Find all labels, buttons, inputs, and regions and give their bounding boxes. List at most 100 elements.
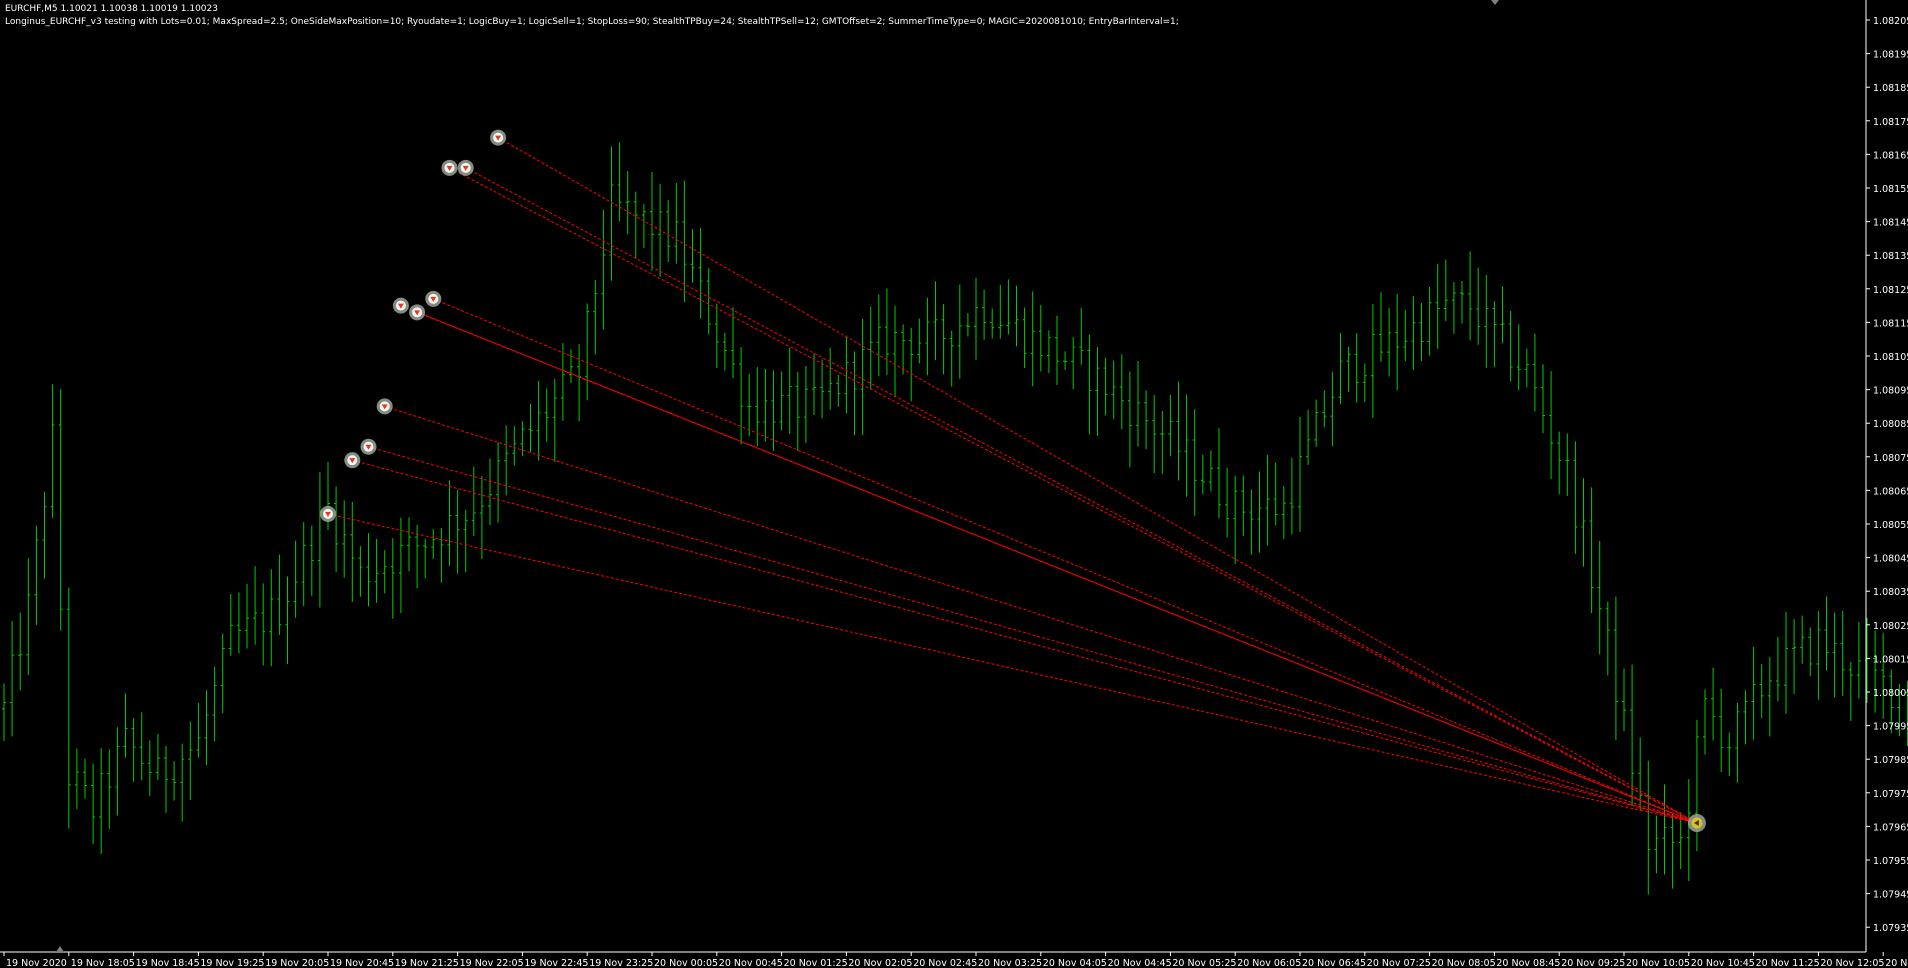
ohlc-bar: [1346, 346, 1351, 392]
trade-lines: [327, 137, 1698, 824]
time-tick-label: 20 Nov 09:25: [1561, 958, 1625, 968]
ohlc-bar: [1403, 310, 1408, 362]
ohlc-bar: [965, 313, 970, 337]
ohlc-bar: [1249, 489, 1254, 555]
price-tick-label: 1.08035: [1873, 587, 1908, 598]
ohlc-bar: [228, 593, 233, 656]
time-tick-label: 19 Nov 19:25: [200, 958, 264, 968]
ohlc-bar: [1257, 471, 1262, 553]
sell-entry-marker[interactable]: [457, 159, 474, 176]
ohlc-bar: [455, 489, 460, 574]
ohlc-bar: [1711, 667, 1716, 741]
ohlc-bar: [245, 583, 249, 649]
ohlc-bar: [1006, 279, 1011, 335]
ohlc-bar: [1038, 305, 1043, 372]
sell-entry-marker[interactable]: [392, 297, 409, 314]
ohlc-bar: [1686, 779, 1691, 882]
sell-entry-marker[interactable]: [360, 438, 377, 455]
ohlc-bar: [1136, 360, 1140, 447]
ohlc-bar: [868, 306, 873, 390]
ohlc-bar: [1411, 296, 1416, 371]
ohlc-bar: [585, 303, 590, 401]
ohlc-bar: [1298, 417, 1302, 533]
ohlc-bar: [941, 304, 946, 375]
price-chart[interactable]: 1.08205 1.08195 1.08185 1.08175 1.08165 1.081…: [0, 0, 1908, 968]
ohlc-bar: [398, 517, 403, 614]
price-axis-labels: 1.08205 1.08195 1.08185 1.08175 1.08165 1.081…: [1866, 16, 1908, 934]
time-tick-label: 19 Nov 22:05: [460, 958, 524, 968]
ohlc-bar: [1881, 632, 1886, 719]
ohlc-bar: [990, 308, 995, 339]
sell-entry-marker[interactable]: [490, 129, 507, 146]
price-tick-label: 1.08075: [1873, 453, 1908, 464]
ohlc-bar: [34, 525, 39, 625]
ohlc-bar: [382, 550, 387, 594]
sell-entry-marker[interactable]: [441, 159, 458, 176]
ohlc-bar: [1662, 784, 1667, 875]
ohlc-bar: [1565, 433, 1570, 496]
ohlc-bar: [431, 529, 436, 560]
ohlc-bar: [261, 583, 266, 666]
sell-entry-marker[interactable]: [320, 505, 336, 522]
sell-entry-marker[interactable]: [344, 452, 361, 469]
chart-shift-triangle[interactable]: [1491, 0, 1499, 5]
ohlc-bar: [512, 426, 517, 466]
ohlc-bar: [1241, 475, 1246, 537]
ohlc-bar: [91, 763, 96, 845]
time-tick-label: 19 Nov 23:25: [589, 958, 653, 968]
close-marker[interactable]: [1687, 814, 1706, 833]
ohlc-bar: [1824, 596, 1829, 671]
price-tick-label: 1.07985: [1873, 755, 1908, 766]
ohlc-bar: [552, 378, 557, 462]
time-tick-label: 20 Nov 12:45: [1885, 958, 1908, 968]
trade-line: [327, 513, 1698, 824]
ohlc-bar: [925, 297, 930, 376]
ohlc-bar: [674, 182, 679, 264]
scroll-start-triangle[interactable]: [56, 946, 64, 952]
ohlc-bar: [1046, 330, 1051, 374]
ohlc-bar: [50, 384, 55, 518]
time-tick-label: 19 Nov 2020: [6, 958, 67, 968]
time-tick-label: 20 Nov 03:25: [978, 958, 1042, 968]
ohlc-bar: [334, 486, 339, 572]
ohlc-bar: [536, 380, 541, 461]
price-tick-label: 1.07935: [1873, 923, 1908, 934]
ohlc-bar: [1362, 363, 1367, 403]
sell-entry-marker[interactable]: [376, 398, 393, 415]
trade-line: [352, 459, 1698, 824]
ohlc-bar: [1233, 475, 1238, 565]
ohlc-bar: [739, 347, 744, 445]
ohlc-bar: [1079, 307, 1084, 365]
time-tick-label: 20 Nov 02:45: [913, 958, 977, 968]
ohlc-bar: [1265, 455, 1270, 546]
ohlc-bar: [155, 734, 160, 780]
time-tick-label: 20 Nov 10:05: [1626, 958, 1690, 968]
ohlc-bar: [974, 277, 978, 360]
time-tick-label: 19 Nov 18:45: [136, 958, 200, 968]
ohlc-bar: [860, 318, 865, 436]
trade-markers: [320, 129, 1706, 833]
price-tick-label: 1.08115: [1873, 318, 1908, 329]
trade-line: [433, 298, 1698, 824]
sell-entry-marker[interactable]: [425, 290, 442, 307]
ohlc-bar: [528, 403, 533, 453]
ohlc-bar: [1208, 450, 1213, 492]
ohlc-bar: [147, 740, 152, 796]
price-tick-label: 1.08155: [1873, 184, 1908, 195]
sell-entry-marker[interactable]: [409, 304, 426, 321]
ohlc-bar: [123, 693, 128, 758]
ohlc-bar: [18, 612, 23, 691]
ohlc-bar: [1654, 815, 1659, 874]
ohlc-bar: [1176, 381, 1181, 481]
ohlc-bar: [1014, 285, 1019, 347]
price-tick-label: 1.08185: [1873, 83, 1908, 94]
ohlc-bar: [1613, 596, 1618, 740]
ohlc-bar: [1379, 292, 1383, 362]
ohlc-bar: [1484, 275, 1489, 368]
ohlc-bar: [293, 540, 298, 618]
trade-line: [449, 167, 1698, 824]
ohlc-bar: [58, 388, 63, 631]
ohlc-bar: [1306, 409, 1311, 466]
time-tick-label: 20 Nov 12:05: [1820, 958, 1884, 968]
ohlc-bar: [1800, 615, 1805, 664]
